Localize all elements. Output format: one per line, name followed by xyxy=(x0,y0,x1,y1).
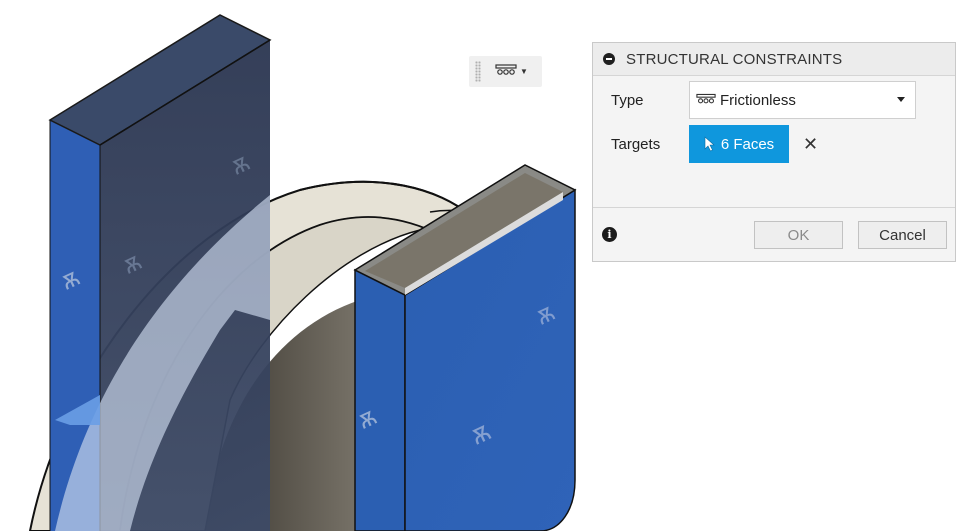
cancel-button[interactable]: Cancel xyxy=(858,221,947,249)
frictionless-constraint-icon xyxy=(696,92,716,109)
cursor-icon xyxy=(704,136,716,152)
type-label: Type xyxy=(611,91,644,109)
constraint-mini-toolbar: ▼ xyxy=(469,56,542,87)
frictionless-constraint-icon xyxy=(495,63,517,81)
type-select-value: Frictionless xyxy=(720,91,796,109)
type-row: Type Frictionless xyxy=(593,80,955,120)
left-block-part: ѫ ѫ ѫ xyxy=(48,14,272,531)
info-icon[interactable]: i xyxy=(602,227,617,242)
structural-constraints-dialog: STRUCTURAL CONSTRAINTS Type Frictionless… xyxy=(592,42,956,262)
toolbar-grip-handle[interactable] xyxy=(475,61,481,82)
targets-row: Targets 6 Faces ✕ xyxy=(593,124,955,164)
targets-selection-button[interactable]: 6 Faces xyxy=(689,125,789,163)
ok-button[interactable]: OK xyxy=(754,221,843,249)
dialog-footer: i OK Cancel xyxy=(593,207,955,261)
targets-label: Targets xyxy=(611,135,661,153)
dialog-header: STRUCTURAL CONSTRAINTS xyxy=(593,43,955,76)
dialog-title: STRUCTURAL CONSTRAINTS xyxy=(626,50,843,68)
targets-count: 6 Faces xyxy=(720,135,775,153)
collapse-icon[interactable] xyxy=(603,53,615,65)
type-select[interactable]: Frictionless xyxy=(689,81,916,119)
chevron-down-icon: ▼ xyxy=(520,67,528,76)
chevron-down-icon xyxy=(897,97,905,102)
frictionless-constraint-toolbar-button[interactable]: ▼ xyxy=(495,63,528,81)
close-icon[interactable]: ✕ xyxy=(803,134,818,155)
